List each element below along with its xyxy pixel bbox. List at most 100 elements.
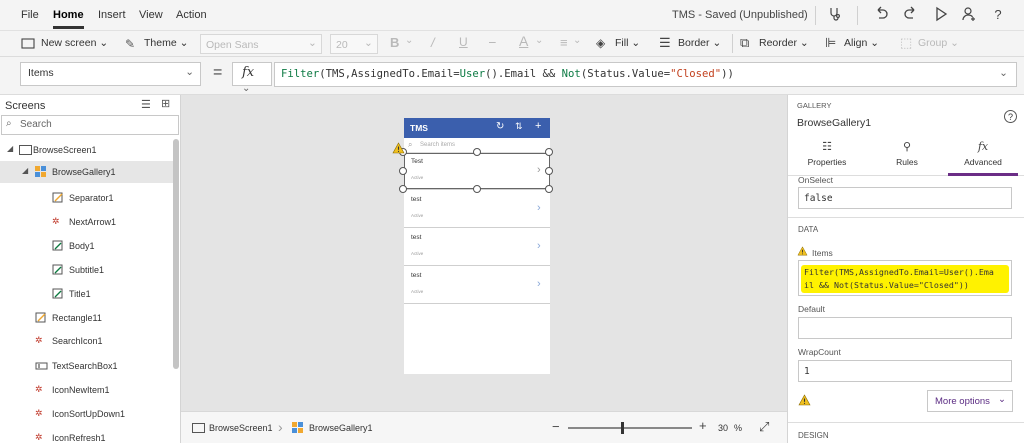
new-screen-button[interactable]: New screen ⌄ [41,37,108,49]
zoom-in-icon[interactable]: + [699,418,707,433]
resize-handle[interactable] [399,167,407,175]
play-icon[interactable] [932,6,950,24]
tree-item-rectangle11[interactable]: Rectangle11 [0,307,175,329]
theme-button[interactable]: Theme ⌄ [144,37,188,49]
grid-view-icon[interactable]: ⊞ [161,97,170,110]
items-formula-line: Filter(TMS,AssignedTo.Email=User().Ema [804,267,994,277]
tree-item-label: TextSearchBox1 [52,361,118,371]
expand-formula-icon[interactable]: ⌄ [999,67,1008,79]
items-formula-input[interactable]: Filter(TMS,AssignedTo.Email=User().Ema i… [798,260,1012,296]
zoom-unit: % [734,423,743,433]
text-align-icon[interactable]: ≡ [560,35,568,50]
tree-item-textsearchbox1[interactable]: TextSearchBox1 [0,355,175,377]
help-icon[interactable]: ? [989,6,1007,24]
reorder-button[interactable]: Reorder ⌄ [759,37,809,49]
tree-item-searchicon1[interactable]: ✲ SearchIcon1 [0,330,175,352]
gallery-item[interactable]: test Active › [404,191,550,228]
tree-item-separator1[interactable]: Separator1 [0,187,175,209]
user-icon[interactable] [960,6,978,24]
shape-icon [52,192,64,204]
chevron-down-icon: ⌄ [535,35,544,46]
border-button[interactable]: Border ⌄ [678,37,721,49]
tree-scrollbar[interactable] [173,139,179,369]
refresh-icon[interactable]: ↻ [496,121,504,132]
breadcrumb-screen[interactable]: BrowseScreen1 [209,423,273,433]
design-canvas[interactable]: TMS ↻ ⇅ + ⌕ Search items Test Active › t… [181,95,787,411]
tree-item-body1[interactable]: Body1 [0,235,175,257]
list-view-icon[interactable]: ☰ [141,98,151,111]
zoom-slider-thumb[interactable] [621,422,625,434]
resize-handle[interactable] [545,148,553,156]
resize-handle[interactable] [473,148,481,156]
fit-to-window-icon[interactable]: ⤢ [759,419,769,435]
tree-item-browsescreen1[interactable]: ◢ BrowseScreen1 [0,139,175,161]
zoom-out-icon[interactable]: − [552,419,560,434]
tree-search-input[interactable]: ⌕ Search [1,115,179,135]
sort-icon[interactable]: ⇅ [515,121,523,132]
next-arrow-icon[interactable]: › [537,278,541,290]
collapse-triangle-icon[interactable]: ◢ [7,144,13,153]
font-size-select[interactable]: 20 ⌄ [330,34,378,54]
phone-screen[interactable]: TMS ↻ ⇅ + ⌕ Search items Test Active › t… [392,118,553,374]
tree-item-label: Title1 [69,289,91,299]
zoom-slider[interactable] [568,427,692,429]
function-button[interactable]: fx ⌄ [232,62,272,94]
tree-item-iconsortupdown1[interactable]: ✲ IconSortUpDown1 [0,403,175,425]
align-button[interactable]: Align ⌄ [844,37,879,49]
resize-handle[interactable] [545,167,553,175]
tab-properties[interactable]: ☷ Properties [798,140,856,174]
undo-icon[interactable] [872,6,890,24]
font-family-value: Open Sans [206,39,259,51]
font-color-icon[interactable]: A [519,33,528,49]
tree-item-label: BrowseGallery1 [52,167,116,177]
menu-file[interactable]: File [21,9,39,21]
default-input[interactable] [798,317,1012,339]
add-icon[interactable]: + [535,120,541,132]
tab-advanced[interactable]: fx Advanced [948,140,1018,174]
tree-item-nextarrow1[interactable]: ✲ NextArrow1 [0,211,175,233]
more-options-button[interactable]: More options ⌄ [927,390,1013,412]
menu-home[interactable]: Home [53,9,84,21]
tree-item-iconnewitem1[interactable]: ✲ IconNewItem1 [0,379,175,401]
resize-handle[interactable] [473,185,481,193]
onselect-input[interactable]: false [798,187,1012,209]
tab-rules[interactable]: ⚲ Rules [878,140,936,174]
tree-item-browsegallery1[interactable]: ◢ BrowseGallery1 [0,161,175,183]
menu-action[interactable]: Action [176,9,207,21]
redo-icon[interactable] [902,6,920,24]
tree-item-iconrefresh1[interactable]: ✲ IconRefresh1 [0,427,175,443]
chevron-down-icon: ⌄ [242,83,251,94]
gallery-item[interactable]: test Active › [404,267,550,304]
italic-icon[interactable]: / [431,35,435,50]
next-arrow-icon[interactable]: › [537,202,541,214]
gallery-item[interactable]: test Active › [404,229,550,266]
strikethrough-icon[interactable] [489,35,496,49]
bold-icon[interactable]: B [390,35,399,50]
menu-insert[interactable]: Insert [98,9,126,21]
next-arrow-icon[interactable]: › [537,240,541,252]
group-button[interactable]: Group ⌄ [918,37,959,49]
resize-handle[interactable] [545,185,553,193]
wrapcount-value: 1 [804,366,810,377]
property-select[interactable]: Items ⌄ [20,62,201,86]
help-icon[interactable]: ? [1004,110,1017,123]
menu-view[interactable]: View [139,9,163,21]
tree-item-title1[interactable]: Title1 [0,283,175,305]
underline-icon[interactable]: U [459,35,468,49]
warning-icon[interactable] [392,142,405,157]
resize-handle[interactable] [399,185,407,193]
formula-input[interactable]: Filter(TMS,AssignedTo.Email=User().Email… [274,62,1017,87]
data-heading: DATA [798,225,819,234]
wrapcount-input[interactable]: 1 [798,360,1012,382]
fx-icon: fx [242,65,255,80]
tree-item-label: Separator1 [69,193,114,203]
font-family-select[interactable]: Open Sans ⌄ [200,34,322,54]
screens-heading: Screens [5,100,46,112]
app-checker-icon[interactable] [826,6,844,24]
selection-frame[interactable] [404,153,550,189]
collapse-triangle-icon[interactable]: ◢ [22,166,28,175]
breadcrumb-gallery[interactable]: BrowseGallery1 [309,423,373,433]
rules-icon: ⚲ [902,141,912,153]
fill-button[interactable]: Fill ⌄ [615,37,640,49]
tree-item-subtitle1[interactable]: Subtitle1 [0,259,175,281]
